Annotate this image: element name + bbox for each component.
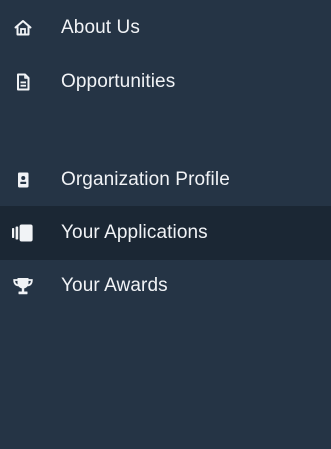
- contact-card-icon: [11, 168, 35, 192]
- document-icon: [11, 70, 35, 94]
- trophy-icon: [11, 274, 35, 298]
- applications-stack-icon: [11, 221, 35, 245]
- sidebar-item-organization-profile[interactable]: Organization Profile: [0, 153, 331, 207]
- sidebar-item-about-us[interactable]: About Us: [0, 1, 331, 55]
- sidebar-item-label: About Us: [61, 17, 140, 38]
- sidebar-item-label: Opportunities: [61, 71, 176, 92]
- home-icon: [11, 16, 35, 40]
- sidebar-item-your-awards[interactable]: Your Awards: [0, 259, 331, 313]
- sidebar-nav: About Us Opportunities Organization Prof…: [0, 0, 331, 449]
- sidebar-item-opportunities[interactable]: Opportunities: [0, 55, 331, 109]
- sidebar-item-label: Your Applications: [61, 222, 208, 243]
- sidebar-item-label: Organization Profile: [61, 169, 230, 190]
- sidebar-item-your-applications[interactable]: Your Applications: [0, 206, 331, 260]
- sidebar-item-label: Your Awards: [61, 275, 168, 296]
